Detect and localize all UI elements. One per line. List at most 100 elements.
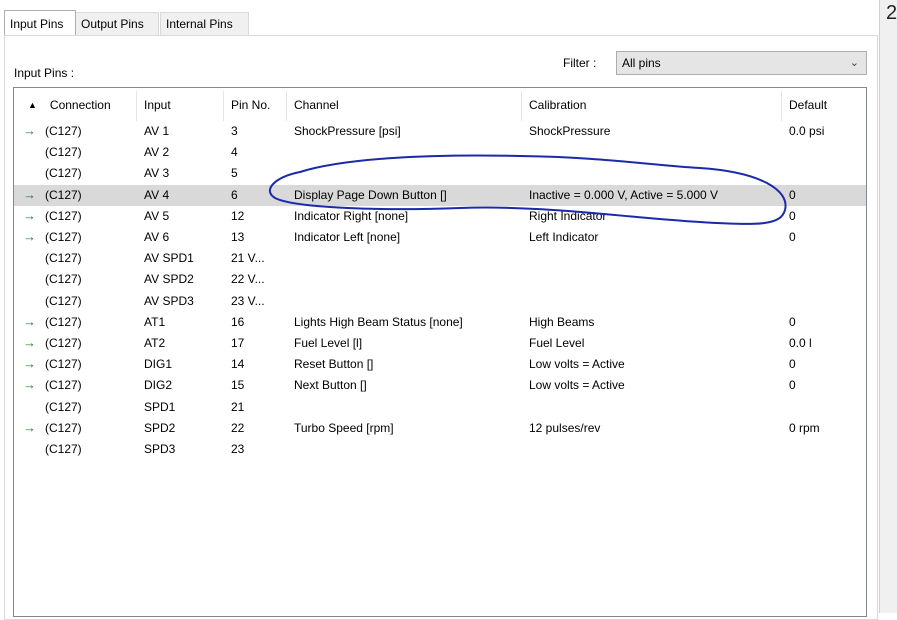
column-header-label: Connection: [49, 98, 111, 112]
table-row[interactable]: → (C127) AV 1 3 ShockPressure [psi] ShockPres…: [14, 121, 866, 142]
section-label: Input Pins :: [14, 66, 75, 80]
cell-pin-no: 22: [231, 420, 245, 435]
column-header-channel[interactable]: Channel: [294, 98, 339, 114]
cell-input: AT1: [144, 314, 166, 329]
cell-input: AV SPD1: [144, 251, 194, 266]
table-row[interactable]: → (C127) AT2 17 Fuel Level [l] Fuel Level 0.0 …: [14, 333, 866, 354]
cell-input: AV 6: [144, 230, 170, 244]
cell-connection: (C127): [45, 251, 82, 266]
cell-input: SPD2: [144, 420, 176, 435]
cell-channel: ShockPressure [psi]: [294, 124, 401, 138]
column-divider[interactable]: [136, 91, 137, 121]
tab-input-pins[interactable]: Input Pins: [4, 10, 76, 35]
column-header-default[interactable]: Default: [789, 98, 827, 114]
cell-default: 0.0 l: [789, 336, 812, 350]
column-header-calibration[interactable]: Calibration: [529, 98, 586, 114]
cell-calibration: Right Indicator: [529, 208, 607, 223]
cell-channel: Display Page Down Button []: [294, 187, 447, 202]
column-header-pin-no[interactable]: Pin No.: [231, 98, 270, 114]
cell-calibration: Fuel Level: [529, 336, 585, 350]
cell-connection: (C127): [45, 124, 82, 138]
cell-connection: (C127): [45, 399, 82, 414]
cell-input: AV 3: [144, 166, 170, 181]
cell-default: 0: [789, 357, 796, 372]
cell-pin-no: 21 V...: [231, 251, 265, 266]
right-arrow-icon: →: [23, 186, 36, 202]
cell-calibration: 12 pulses/rev: [529, 420, 601, 435]
adjacent-window-edge: 2: [879, 0, 897, 613]
cell-pin-no: 23 V...: [231, 293, 265, 308]
column-divider[interactable]: [521, 91, 522, 121]
cell-connection: (C127): [45, 314, 82, 329]
column-divider[interactable]: [286, 91, 287, 121]
right-arrow-icon: →: [23, 123, 36, 138]
table-row[interactable]: → (C127) DIG2 15 Next Button [] Low volts = A…: [14, 375, 866, 396]
table-row[interactable]: (C127) AV SPD3 23 V...: [14, 291, 866, 312]
filter-select[interactable]: All pins ⌄: [616, 51, 867, 75]
cell-channel: Lights High Beam Status [none]: [294, 314, 463, 329]
cell-default: 0 rpm: [789, 420, 820, 435]
cell-input: SPD1: [144, 399, 176, 414]
cell-pin-no: 4: [231, 145, 238, 160]
column-divider[interactable]: [781, 91, 782, 121]
window-border: [879, 0, 880, 613]
cell-default: 0: [789, 208, 796, 223]
cell-input: DIG1: [144, 357, 173, 372]
table-row[interactable]: (C127) AV 2 4: [14, 142, 866, 163]
cell-connection: (C127): [45, 187, 82, 202]
input-pins-list[interactable]: ▲ Connection Input Pin No. Channel Calibr…: [13, 87, 867, 617]
cell-default: 0: [789, 230, 796, 244]
cell-pin-no: 14: [231, 357, 245, 372]
table-row[interactable]: (C127) SPD1 21: [14, 397, 866, 418]
table-row[interactable]: (C127) SPD3 23: [14, 439, 866, 460]
cell-input: AV 4: [144, 187, 170, 202]
cell-connection: (C127): [45, 378, 82, 393]
cell-connection: (C127): [45, 357, 82, 372]
column-divider[interactable]: [223, 91, 224, 121]
edge-glyph: 2: [886, 2, 897, 24]
cell-connection: (C127): [45, 230, 82, 244]
cell-connection: (C127): [45, 208, 82, 223]
cell-pin-no: 12: [231, 208, 245, 223]
right-arrow-icon: →: [23, 313, 36, 329]
table-row[interactable]: → (C127) AV 4 6 Display Page Down Button [] I…: [14, 184, 866, 206]
cell-connection: (C127): [45, 272, 82, 287]
cell-default: 0: [789, 187, 796, 202]
column-header-connection[interactable]: ▲ Connection: [28, 98, 111, 114]
table-row[interactable]: → (C127) AV 5 12 Indicator Right [none] Right…: [14, 206, 866, 227]
table-row[interactable]: (C127) AV SPD1 21 V...: [14, 248, 866, 269]
right-arrow-icon: →: [23, 356, 36, 372]
table-row[interactable]: → (C127) AV 6 13 Indicator Left [none] Left I…: [14, 227, 866, 248]
cell-pin-no: 6: [231, 187, 238, 202]
cell-connection: (C127): [45, 420, 82, 435]
right-arrow-icon: →: [23, 229, 36, 244]
cell-channel: Fuel Level [l]: [294, 336, 363, 350]
cell-connection: (C127): [45, 293, 82, 308]
cell-pin-no: 22 V...: [231, 272, 265, 287]
tab-output-pins[interactable]: Output Pins: [75, 12, 159, 35]
cell-connection: (C127): [45, 336, 82, 350]
cell-calibration: ShockPressure: [529, 124, 611, 138]
cell-input: AV SPD2: [144, 272, 194, 287]
cell-default: 0: [789, 378, 796, 393]
cell-pin-no: 5: [231, 166, 238, 181]
filter-selected-value: All pins: [622, 56, 661, 70]
cell-default: 0.0 psi: [789, 124, 825, 138]
table-row[interactable]: → (C127) AT1 16 Lights High Beam Status [non…: [14, 312, 866, 333]
cell-pin-no: 15: [231, 378, 245, 393]
table-row[interactable]: (C127) AV SPD2 22 V...: [14, 269, 866, 290]
tab-internal-pins[interactable]: Internal Pins: [160, 12, 249, 35]
table-row[interactable]: → (C127) DIG1 14 Reset Button [] Low volts = …: [14, 354, 866, 375]
cell-calibration: Low volts = Active: [529, 378, 625, 393]
cell-channel: Indicator Right [none]: [294, 208, 409, 223]
cell-pin-no: 16: [231, 314, 245, 329]
cell-calibration: Inactive = 0.000 V, Active = 5.000 V: [529, 187, 719, 202]
table-row[interactable]: (C127) AV 3 5: [14, 163, 866, 184]
cell-channel: Indicator Left [none]: [294, 230, 401, 244]
table-row[interactable]: → (C127) SPD2 22 Turbo Speed [rpm] 12 pulses/…: [14, 418, 866, 439]
cell-connection: (C127): [45, 166, 82, 181]
column-header-input[interactable]: Input: [144, 98, 171, 114]
chevron-down-icon[interactable]: ⌄: [850, 56, 859, 69]
cell-calibration: Low volts = Active: [529, 357, 625, 372]
cell-channel: Reset Button []: [294, 357, 374, 372]
